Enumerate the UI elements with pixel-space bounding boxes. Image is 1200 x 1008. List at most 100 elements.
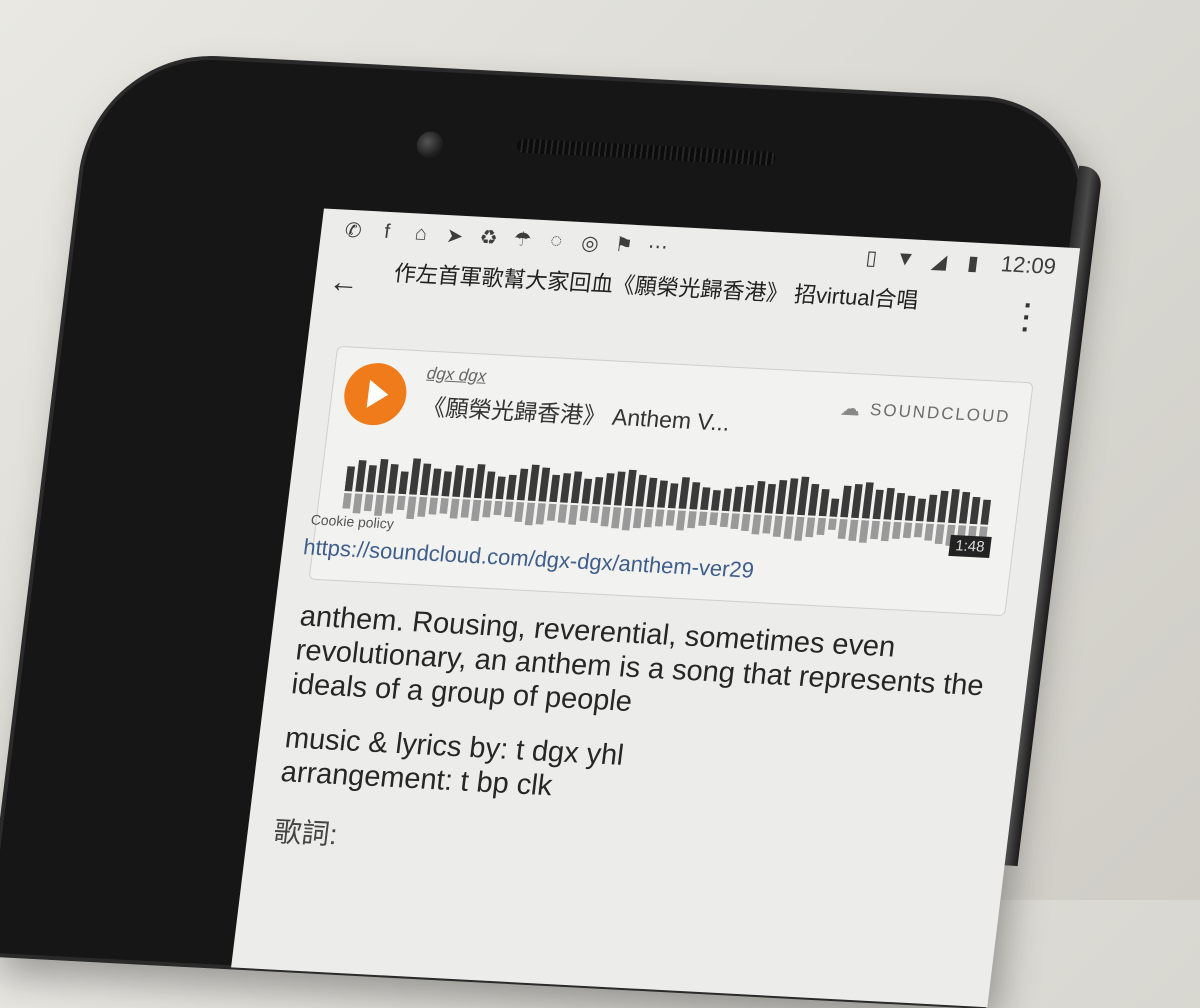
- waveform-bar: [807, 483, 820, 516]
- waveform-bar: [689, 482, 701, 510]
- waveform-reflection: [880, 521, 891, 542]
- waveform-reflection: [751, 514, 762, 535]
- post-body: anthem. Rousing, reverential, sometimes …: [246, 598, 1033, 887]
- messenger-icon: ◌: [549, 228, 564, 252]
- sync-icon: ♻: [478, 226, 499, 250]
- waveform-bar: [678, 477, 690, 509]
- play-button[interactable]: [340, 361, 410, 427]
- waveform-reflection: [600, 506, 611, 527]
- waveform-bar: [527, 464, 540, 501]
- waveform-reflection: [611, 507, 622, 529]
- front-camera: [415, 131, 445, 159]
- waveform-reflection: [665, 509, 676, 526]
- waveform-reflection: [535, 503, 546, 525]
- waveform-reflection: [363, 494, 374, 512]
- cookie-policy-link[interactable]: Cookie policy: [310, 511, 395, 531]
- waveform-reflection: [837, 519, 848, 540]
- artist-link[interactable]: dgx dgx: [426, 364, 488, 387]
- track-title[interactable]: 《願榮光歸香港》 Anthem V...: [421, 388, 732, 438]
- waveform-bar: [484, 471, 496, 499]
- waveform-bar: [603, 473, 615, 505]
- waveform-bar: [419, 463, 432, 496]
- soundcloud-brand: SOUNDCLOUD: [869, 399, 1012, 426]
- waveform-bar: [613, 471, 626, 506]
- waveform-reflection: [783, 516, 794, 539]
- waveform-bar: [732, 486, 744, 512]
- waveform-reflection: [439, 498, 449, 514]
- waveform-reflection: [643, 508, 654, 528]
- waveform-bar: [872, 489, 884, 520]
- waveform-bar: [883, 487, 895, 520]
- waveform-bar: [710, 490, 721, 511]
- waveform-bar: [538, 467, 551, 502]
- waveform-reflection: [428, 497, 439, 515]
- waveform-reflection: [794, 516, 805, 541]
- waveform-bar: [958, 491, 971, 524]
- waveform-bar: [495, 476, 506, 500]
- waveform-bar: [948, 489, 960, 524]
- waveform-reflection: [858, 520, 870, 543]
- waveform-bar: [721, 488, 733, 512]
- waveform-bar: [624, 469, 637, 507]
- waveform-bar: [937, 490, 949, 523]
- waveform-reflection: [805, 517, 816, 538]
- phone-device: ✆ f ⌂ ➤ ♻ ☂ ◌ ◎ ⚑ ⋯ ▯ ▼ ◢ ▮ 12:09 ← 作左首軍…: [0, 53, 1104, 1008]
- weather-icon: ☂: [512, 228, 533, 251]
- whatsapp-icon: ✆: [343, 219, 363, 243]
- waveform-reflection: [449, 498, 460, 519]
- waveform-bar: [376, 459, 389, 494]
- waveform-reflection: [396, 495, 406, 511]
- instagram-icon: ◎: [580, 231, 601, 255]
- waveform-bar: [366, 465, 377, 493]
- waveform-bar: [344, 466, 356, 492]
- waveform-bar: [570, 471, 583, 504]
- flag-icon: ⚑: [613, 233, 635, 257]
- waveform-reflection: [740, 513, 751, 532]
- waveform-reflection: [698, 511, 708, 527]
- waveform-reflection: [924, 523, 934, 541]
- wifi-icon: ▼: [894, 247, 917, 271]
- waveform-bar: [473, 464, 486, 499]
- more-options-icon[interactable]: · · ·: [1019, 290, 1035, 345]
- waveform-bar: [667, 483, 679, 509]
- overflow-dots-icon: ⋯: [646, 235, 670, 259]
- waveform-bar: [452, 465, 464, 498]
- home-alert-icon: ⌂: [413, 221, 429, 245]
- signal-icon: ◢: [930, 250, 949, 273]
- waveform-bar: [430, 468, 442, 496]
- waveform-bar: [506, 474, 517, 500]
- waveform-reflection: [470, 499, 482, 522]
- waveform-reflection: [719, 512, 730, 528]
- waveform-bar: [516, 468, 529, 501]
- waveform-reflection: [406, 496, 417, 520]
- soundcloud-cloud-icon: ☁: [838, 397, 864, 421]
- waveform-reflection: [482, 500, 492, 518]
- waveform-reflection: [546, 503, 557, 521]
- telegram-icon: ➤: [445, 224, 465, 248]
- waveform-bar: [646, 477, 658, 508]
- back-arrow-icon[interactable]: ←: [327, 265, 381, 302]
- anthem-paragraph: anthem. Rousing, reverential, sometimes …: [289, 600, 986, 719]
- track-duration: 1:48: [948, 534, 992, 559]
- waveform-bar: [786, 478, 799, 515]
- waveform-bar: [775, 479, 788, 515]
- waveform-bar: [915, 498, 927, 522]
- battery-icon: ▮: [966, 251, 980, 275]
- waveform-reflection: [730, 513, 740, 530]
- waveform-bar: [387, 464, 399, 494]
- waveform-reflection: [342, 492, 352, 509]
- soundcloud-logo[interactable]: ☁ SOUNDCLOUD: [839, 396, 1012, 430]
- waveform-reflection: [632, 508, 643, 529]
- soundcloud-embed[interactable]: dgx dgx 《願榮光歸香港》 Anthem V... ☁ SOUNDCLOU…: [302, 345, 1034, 617]
- earpiece-speaker: [516, 138, 777, 166]
- waveform-bar: [441, 471, 453, 497]
- waveform-bar: [657, 480, 668, 508]
- waveform-bar: [581, 478, 593, 504]
- waveform-reflection: [417, 496, 428, 517]
- waveform-bar: [463, 468, 475, 498]
- waveform-reflection: [827, 518, 837, 531]
- waveform-reflection: [621, 507, 633, 531]
- waveform-bar: [592, 477, 604, 505]
- waveform-reflection: [709, 512, 719, 526]
- waveform-reflection: [654, 509, 665, 527]
